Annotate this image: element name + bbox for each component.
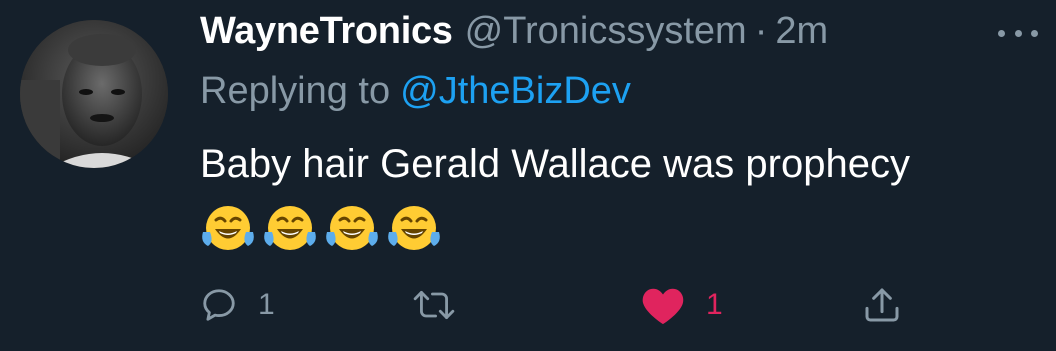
dot (1014, 29, 1022, 37)
avatar-photo (20, 20, 168, 168)
share-icon (865, 288, 899, 322)
more-options-icon[interactable] (998, 18, 1038, 48)
dot (1031, 29, 1038, 37)
heart-icon (642, 288, 684, 325)
tweet[interactable]: WayneTronics @Tronicssystem · 2m Replyin… (0, 0, 1056, 351)
separator-dot: · (754, 10, 768, 52)
replying-to-line: Replying to @JtheBizDev (200, 70, 631, 113)
face-with-tears-of-joy-icon (388, 206, 440, 250)
face-with-tears-of-joy-icon (202, 206, 254, 250)
tweet-text: Baby hair Gerald Wallace was prophecy (200, 142, 910, 186)
like-count: 1 (706, 288, 723, 321)
reply-count: 1 (258, 288, 275, 321)
reply-icon (203, 289, 235, 321)
dot (998, 29, 1005, 37)
retweet-icon (413, 291, 455, 319)
user-handle[interactable]: @Tronicssystem (465, 10, 747, 53)
display-name[interactable]: WayneTronics (200, 10, 453, 53)
timestamp[interactable]: 2m (775, 10, 828, 53)
retweet-button[interactable] (412, 280, 476, 330)
reply-button[interactable]: 1 (200, 280, 275, 330)
replying-to-mention[interactable]: @JtheBizDev (400, 70, 631, 112)
share-button[interactable] (862, 280, 902, 330)
replying-to-label: Replying to (200, 70, 391, 112)
face-with-tears-of-joy-icon (264, 206, 316, 250)
tweet-actions: 1 1 (200, 280, 920, 330)
face-with-tears-of-joy-icon (326, 206, 378, 250)
emoji-row (200, 202, 442, 254)
tweet-header: WayneTronics @Tronicssystem · 2m (200, 10, 828, 60)
like-button[interactable]: 1 (640, 280, 723, 330)
avatar[interactable] (20, 20, 168, 168)
